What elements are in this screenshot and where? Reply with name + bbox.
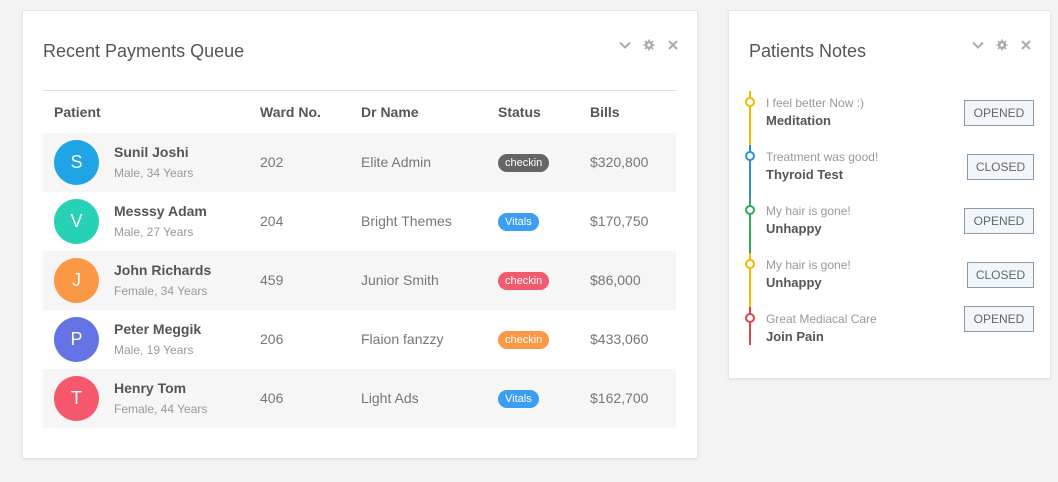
patient-name: John Richards: [114, 262, 212, 278]
note-status-button[interactable]: OPENED: [964, 306, 1034, 332]
header-status[interactable]: Status: [498, 104, 541, 120]
table-row[interactable]: S Sunil Joshi Male, 34 Years 202 Elite A…: [43, 133, 676, 192]
bill-amount: $170,750: [590, 213, 649, 229]
ward-number: 406: [260, 390, 284, 406]
bill-amount: $86,000: [590, 272, 641, 288]
avatar: P: [54, 317, 99, 362]
timeline-dot: [745, 313, 755, 323]
ward-number: 202: [260, 154, 284, 170]
patient-name: Sunil Joshi: [114, 144, 189, 160]
bill-amount: $162,700: [590, 390, 649, 406]
avatar: J: [54, 258, 99, 303]
note-subtitle: Great Mediacal Care: [766, 312, 877, 326]
header-ward[interactable]: Ward No.: [260, 104, 321, 120]
doctor-name: Bright Themes: [361, 213, 452, 229]
gear-icon[interactable]: [643, 39, 655, 51]
note-item: Great Mediacal Care Join Pain OPENED: [745, 306, 1034, 361]
timeline-dot: [745, 259, 755, 269]
patient-info: Female, 44 Years: [114, 402, 208, 416]
ward-number: 204: [260, 213, 284, 229]
notes-tools: [972, 39, 1032, 51]
note-label: Join Pain: [766, 329, 824, 344]
note-label: Unhappy: [766, 275, 822, 290]
note-item: My hair is gone! Unhappy OPENED: [745, 199, 1034, 253]
close-icon[interactable]: [1020, 39, 1032, 51]
notes-timeline: I feel better Now :) Meditation OPENED T…: [745, 91, 1034, 361]
patient-info: Male, 27 Years: [114, 225, 194, 239]
note-subtitle: My hair is gone!: [766, 258, 851, 272]
table-row[interactable]: T Henry Tom Female, 44 Years 406 Light A…: [43, 369, 676, 428]
note-status-button[interactable]: CLOSED: [967, 262, 1034, 288]
payments-title: Recent Payments Queue: [43, 41, 245, 61]
timeline-dot: [745, 205, 755, 215]
status-badge: Vitals: [498, 390, 539, 408]
doctor-name: Elite Admin: [361, 154, 432, 170]
timeline-dot: [745, 151, 755, 161]
doctor-name: Flaion fanzzy: [361, 331, 444, 347]
ward-number: 206: [260, 331, 284, 347]
table-header: Patient Ward No. Dr Name Status Bills: [43, 91, 676, 133]
note-subtitle: Treatment was good!: [766, 150, 879, 164]
notes-title: Patients Notes: [749, 41, 867, 61]
notes-card: Patients Notes I feel better Now :) Medi…: [728, 10, 1051, 379]
status-badge: Vitals: [498, 213, 539, 231]
note-subtitle: I feel better Now :): [766, 96, 865, 110]
payments-card: Recent Payments Queue Patient Ward No. D…: [22, 10, 698, 459]
patient-name: Henry Tom: [114, 380, 187, 396]
table-row[interactable]: P Peter Meggik Male, 19 Years 206 Flaion…: [43, 310, 676, 369]
doctor-name: Junior Smith: [361, 272, 439, 288]
patient-info: Female, 34 Years: [114, 284, 208, 298]
header-patient[interactable]: Patient: [54, 104, 101, 120]
bill-amount: $320,800: [590, 154, 649, 170]
status-badge: checkin: [498, 331, 550, 349]
doctor-name: Light Ads: [361, 390, 419, 406]
table-row[interactable]: V Messsy Adam Male, 27 Years 204 Bright …: [43, 192, 676, 251]
payments-table: Patient Ward No. Dr Name Status Bills S …: [43, 90, 676, 428]
note-item: I feel better Now :) Meditation OPENED: [745, 91, 1034, 145]
note-label: Thyroid Test: [766, 167, 844, 182]
avatar: T: [54, 376, 99, 421]
header-doctor[interactable]: Dr Name: [361, 104, 419, 120]
status-badge: checkin: [498, 272, 550, 290]
header-bills[interactable]: Bills: [590, 104, 620, 120]
note-label: Meditation: [766, 113, 831, 128]
note-item: My hair is gone! Unhappy CLOSED: [745, 253, 1034, 307]
patient-info: Male, 34 Years: [114, 166, 194, 180]
avatar: V: [54, 199, 99, 244]
note-status-button[interactable]: CLOSED: [967, 154, 1034, 180]
status-badge: checkin: [498, 154, 550, 172]
close-icon[interactable]: [667, 39, 679, 51]
payments-tools: [619, 39, 679, 51]
patient-name: Peter Meggik: [114, 321, 202, 337]
gear-icon[interactable]: [996, 39, 1008, 51]
timeline-dot: [745, 97, 755, 107]
note-status-button[interactable]: OPENED: [964, 100, 1034, 126]
note-label: Unhappy: [766, 221, 822, 236]
chevron-down-icon[interactable]: [972, 39, 984, 51]
table-row[interactable]: J John Richards Female, 34 Years 459 Jun…: [43, 251, 676, 310]
chevron-down-icon[interactable]: [619, 39, 631, 51]
bill-amount: $433,060: [590, 331, 649, 347]
ward-number: 459: [260, 272, 284, 288]
note-subtitle: My hair is gone!: [766, 204, 851, 218]
note-status-button[interactable]: OPENED: [964, 208, 1034, 234]
note-item: Treatment was good! Thyroid Test CLOSED: [745, 145, 1034, 199]
patient-info: Male, 19 Years: [114, 343, 194, 357]
patient-name: Messsy Adam: [114, 203, 207, 219]
avatar: S: [54, 140, 99, 185]
